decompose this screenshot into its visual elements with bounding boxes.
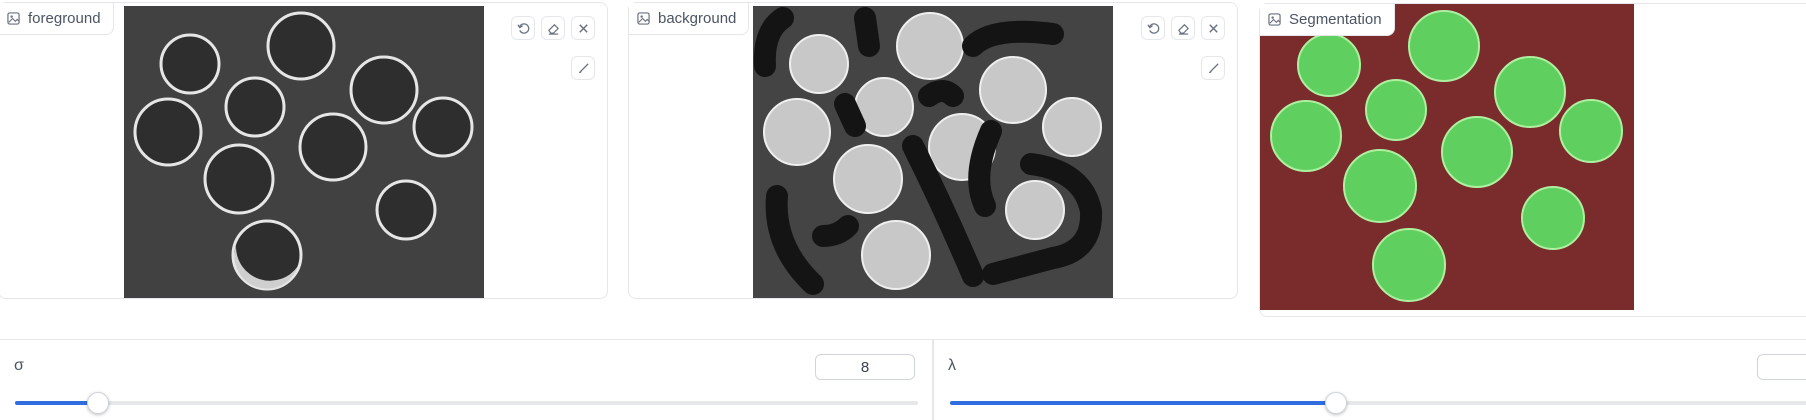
undo-button[interactable]	[1141, 16, 1165, 40]
image-icon	[7, 12, 20, 25]
lambda-label: λ	[948, 357, 956, 374]
lambda-slider[interactable]	[950, 401, 1806, 405]
segmentation-image	[1260, 4, 1634, 310]
eraser-button[interactable]	[541, 16, 565, 40]
background-panel: background	[628, 2, 1238, 299]
brush-icon	[578, 62, 589, 73]
undo-button[interactable]	[511, 16, 535, 40]
segmentation-panel: Segmentation	[1259, 3, 1806, 317]
close-icon	[1208, 23, 1218, 33]
eraser-icon	[1177, 23, 1189, 35]
lambda-slider-fill	[950, 401, 1337, 405]
sigma-slider-block: σ 8	[0, 339, 933, 420]
foreground-panel: foreground	[0, 2, 608, 299]
lambda-slider-thumb[interactable]	[1325, 392, 1348, 414]
clear-button[interactable]	[1201, 16, 1225, 40]
sigma-slider[interactable]	[15, 401, 918, 405]
background-label: background	[629, 3, 750, 35]
foreground-image[interactable]	[124, 6, 484, 298]
foreground-label: foreground	[0, 3, 114, 35]
sigma-label: σ	[14, 357, 24, 374]
sigma-value-input[interactable]: 8	[815, 354, 915, 380]
segmentation-label: Segmentation	[1260, 4, 1395, 36]
clear-button[interactable]	[571, 16, 595, 40]
brush-icon	[1208, 62, 1219, 73]
image-icon	[637, 12, 650, 25]
lambda-value-input[interactable]: 5	[1757, 354, 1806, 380]
foreground-label-text: foreground	[28, 10, 101, 27]
brush-button[interactable]	[571, 56, 595, 80]
background-image[interactable]	[753, 6, 1113, 298]
undo-icon	[516, 22, 529, 34]
close-icon	[578, 23, 588, 33]
eraser-button[interactable]	[1171, 16, 1195, 40]
brush-button[interactable]	[1201, 56, 1225, 80]
segmentation-label-text: Segmentation	[1289, 11, 1382, 28]
lambda-slider-block: λ 5	[933, 339, 1806, 420]
sigma-slider-fill	[15, 401, 99, 405]
sigma-slider-thumb[interactable]	[87, 392, 110, 414]
image-icon	[1268, 13, 1281, 26]
eraser-icon	[547, 23, 559, 35]
undo-icon	[1146, 22, 1159, 34]
background-label-text: background	[658, 10, 737, 27]
